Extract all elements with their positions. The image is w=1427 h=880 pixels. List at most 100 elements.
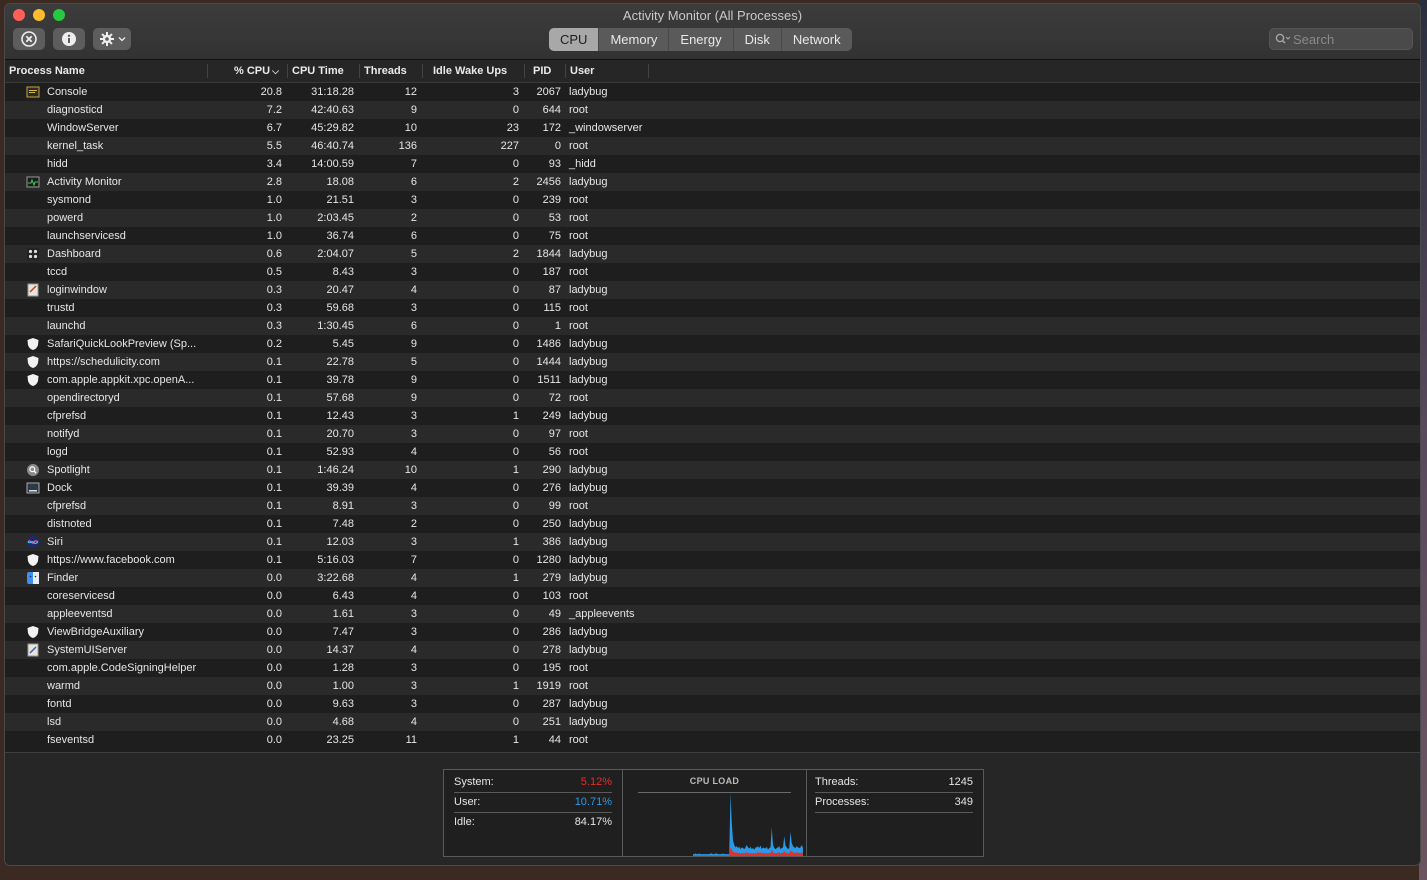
cpu-load-graph-box: CPU LOAD bbox=[622, 770, 807, 856]
siri-icon bbox=[26, 535, 40, 549]
column-cpu-time[interactable]: CPU Time bbox=[292, 60, 344, 82]
table-row[interactable]: Dashboard 0.6 2:04.07 5 2 1844 ladybug bbox=[5, 245, 1420, 263]
table-row[interactable]: Console 20.8 31:18.28 12 3 2067 ladybug bbox=[5, 83, 1420, 101]
table-row[interactable]: opendirectoryd 0.1 57.68 9 0 72 root bbox=[5, 389, 1420, 407]
table-row[interactable]: coreservicesd 0.0 6.43 4 0 103 root bbox=[5, 587, 1420, 605]
table-row[interactable]: Spotlight 0.1 1:46.24 10 1 290 ladybug bbox=[5, 461, 1420, 479]
search-input[interactable] bbox=[1291, 30, 1405, 48]
table-row[interactable]: logd 0.1 52.93 4 0 56 root bbox=[5, 443, 1420, 461]
table-row[interactable]: WindowServer 6.7 45:29.82 10 23 172 _windowser… bbox=[5, 119, 1420, 137]
table-row[interactable]: hidd 3.4 14:00.59 7 0 93 _hidd bbox=[5, 155, 1420, 173]
column-idle-wake-ups[interactable]: Idle Wake Ups bbox=[433, 60, 507, 82]
column-divider bbox=[422, 64, 423, 78]
stop-icon bbox=[21, 31, 37, 47]
table-row[interactable]: sysmond 1.0 21.51 3 0 239 root bbox=[5, 191, 1420, 209]
table-row[interactable]: warmd 0.0 1.00 3 1 1919 root bbox=[5, 677, 1420, 695]
cpu-cell: 0.1 bbox=[266, 500, 282, 512]
process-name-cell: trustd bbox=[47, 302, 75, 314]
tab-memory[interactable]: Memory bbox=[599, 28, 670, 51]
table-row[interactable]: diagnosticd 7.2 42:40.63 9 0 644 root bbox=[5, 101, 1420, 119]
process-name-cell: https://schedulicity.com bbox=[47, 356, 160, 368]
table-row[interactable]: fseventsd 0.0 23.25 11 1 44 root bbox=[5, 731, 1420, 749]
pid-cell: 249 bbox=[542, 410, 561, 422]
cpu-time-cell: 52.93 bbox=[326, 446, 354, 458]
table-row[interactable]: https://www.facebook.com 0.1 5:16.03 7 0 1280… bbox=[5, 551, 1420, 569]
idle-wake-ups-cell: 0 bbox=[512, 554, 519, 566]
table-row[interactable]: launchservicesd 1.0 36.74 6 0 75 root bbox=[5, 227, 1420, 245]
toolbar: Activity Monitor (All Processes) CPU Mem… bbox=[5, 4, 1420, 60]
process-name-cell: fseventsd bbox=[47, 734, 95, 746]
cpu-time-cell: 18.08 bbox=[326, 176, 354, 188]
table-row[interactable]: com.apple.appkit.xpc.openA... 0.1 39.78 9 0 1… bbox=[5, 371, 1420, 389]
idle-wake-ups-cell: 0 bbox=[512, 428, 519, 440]
table-row[interactable]: SystemUIServer 0.0 14.37 4 0 278 ladybug bbox=[5, 641, 1420, 659]
idle-wake-ups-cell: 0 bbox=[512, 608, 519, 620]
cpu-cell: 0.1 bbox=[266, 536, 282, 548]
tab-network[interactable]: Network bbox=[782, 28, 852, 51]
cpu-cell: 0.0 bbox=[266, 662, 282, 674]
column-pid[interactable]: PID bbox=[533, 60, 551, 82]
process-name-cell: com.apple.appkit.xpc.openA... bbox=[47, 374, 195, 386]
table-row[interactable]: powerd 1.0 2:03.45 2 0 53 root bbox=[5, 209, 1420, 227]
table-row[interactable]: fontd 0.0 9.63 3 0 287 ladybug bbox=[5, 695, 1420, 713]
pid-cell: 172 bbox=[542, 122, 561, 134]
column-process-name[interactable]: Process Name bbox=[9, 60, 85, 82]
inspect-process-button[interactable] bbox=[53, 28, 85, 50]
process-name-cell: SystemUIServer bbox=[47, 644, 128, 656]
threads-cell: 7 bbox=[410, 158, 417, 170]
table-row[interactable]: Dock 0.1 39.39 4 0 276 ladybug bbox=[5, 479, 1420, 497]
table-row[interactable]: https://schedulicity.com 0.1 22.78 5 0 1444 la… bbox=[5, 353, 1420, 371]
table-row[interactable]: com.apple.CodeSigningHelper 0.0 1.28 3 0 195 r… bbox=[5, 659, 1420, 677]
tab-cpu[interactable]: CPU bbox=[549, 28, 600, 51]
cpu-cell: 0.1 bbox=[266, 446, 282, 458]
cpu-time-cell: 59.68 bbox=[326, 302, 354, 314]
cpu-time-cell: 57.68 bbox=[326, 392, 354, 404]
table-row[interactable]: appleeventsd 0.0 1.61 3 0 49 _appleevents bbox=[5, 605, 1420, 623]
table-row[interactable]: trustd 0.3 59.68 3 0 115 root bbox=[5, 299, 1420, 317]
tab-energy[interactable]: Energy bbox=[669, 28, 734, 51]
user-cell: ladybug bbox=[569, 626, 608, 638]
user-cell: root bbox=[569, 446, 588, 458]
threads-value: 1245 bbox=[948, 776, 973, 788]
process-name-cell: powerd bbox=[47, 212, 84, 224]
table-row[interactable]: lsd 0.0 4.68 4 0 251 ladybug bbox=[5, 713, 1420, 731]
cpu-cell: 0.3 bbox=[266, 284, 282, 296]
process-name-cell: Spotlight bbox=[47, 464, 90, 476]
process-name-cell: loginwindow bbox=[47, 284, 107, 296]
pid-cell: 87 bbox=[548, 284, 561, 296]
table-row[interactable]: Finder 0.0 3:22.68 4 1 279 ladybug bbox=[5, 569, 1420, 587]
column-threads[interactable]: Threads bbox=[364, 60, 407, 82]
cpu-time-cell: 1.28 bbox=[332, 662, 354, 674]
table-row[interactable]: launchd 0.3 1:30.45 6 0 1 root bbox=[5, 317, 1420, 335]
process-name-cell: Siri bbox=[47, 536, 63, 548]
table-row[interactable]: distnoted 0.1 7.48 2 0 250 ladybug bbox=[5, 515, 1420, 533]
tab-disk[interactable]: Disk bbox=[734, 28, 782, 51]
user-cell: root bbox=[569, 212, 588, 224]
cpu-time-cell: 12.43 bbox=[326, 410, 354, 422]
table-row[interactable]: Activity Monitor 2.8 18.08 6 2 2456 ladybug bbox=[5, 173, 1420, 191]
table-row[interactable]: SafariQuickLookPreview (Sp... 0.2 5.45 9 0 14… bbox=[5, 335, 1420, 353]
search-field[interactable] bbox=[1269, 28, 1413, 50]
user-cell: root bbox=[569, 662, 588, 674]
table-row[interactable]: loginwindow 0.3 20.47 4 0 87 ladybug bbox=[5, 281, 1420, 299]
pid-cell: 0 bbox=[554, 140, 561, 152]
action-menu-button[interactable] bbox=[93, 28, 131, 50]
cpu-cell: 0.0 bbox=[266, 608, 282, 620]
quit-process-button[interactable] bbox=[13, 28, 45, 50]
system-stat: System: 5.12% bbox=[454, 773, 612, 793]
table-row[interactable]: ViewBridgeAuxiliary 0.0 7.47 3 0 286 ladybug bbox=[5, 623, 1420, 641]
table-row[interactable]: notifyd 0.1 20.70 3 0 97 root bbox=[5, 425, 1420, 443]
column-user[interactable]: User bbox=[570, 60, 594, 82]
pid-cell: 278 bbox=[542, 644, 561, 656]
table-row[interactable]: Siri 0.1 12.03 3 1 386 ladybug bbox=[5, 533, 1420, 551]
category-tabs: CPU Memory Energy Disk Network bbox=[549, 28, 852, 51]
table-row[interactable]: kernel_task 5.5 46:40.74 136 227 0 root bbox=[5, 137, 1420, 155]
table-row[interactable]: tccd 0.5 8.43 3 0 187 root bbox=[5, 263, 1420, 281]
column-cpu-percent[interactable]: % CPU ⌵ bbox=[234, 60, 279, 82]
idle-wake-ups-cell: 2 bbox=[512, 176, 519, 188]
process-name-cell: logd bbox=[47, 446, 68, 458]
table-row[interactable]: cfprefsd 0.1 8.91 3 0 99 root bbox=[5, 497, 1420, 515]
shield-icon bbox=[26, 625, 40, 639]
table-row[interactable]: cfprefsd 0.1 12.43 3 1 249 ladybug bbox=[5, 407, 1420, 425]
cpu-cell: 0.0 bbox=[266, 644, 282, 656]
